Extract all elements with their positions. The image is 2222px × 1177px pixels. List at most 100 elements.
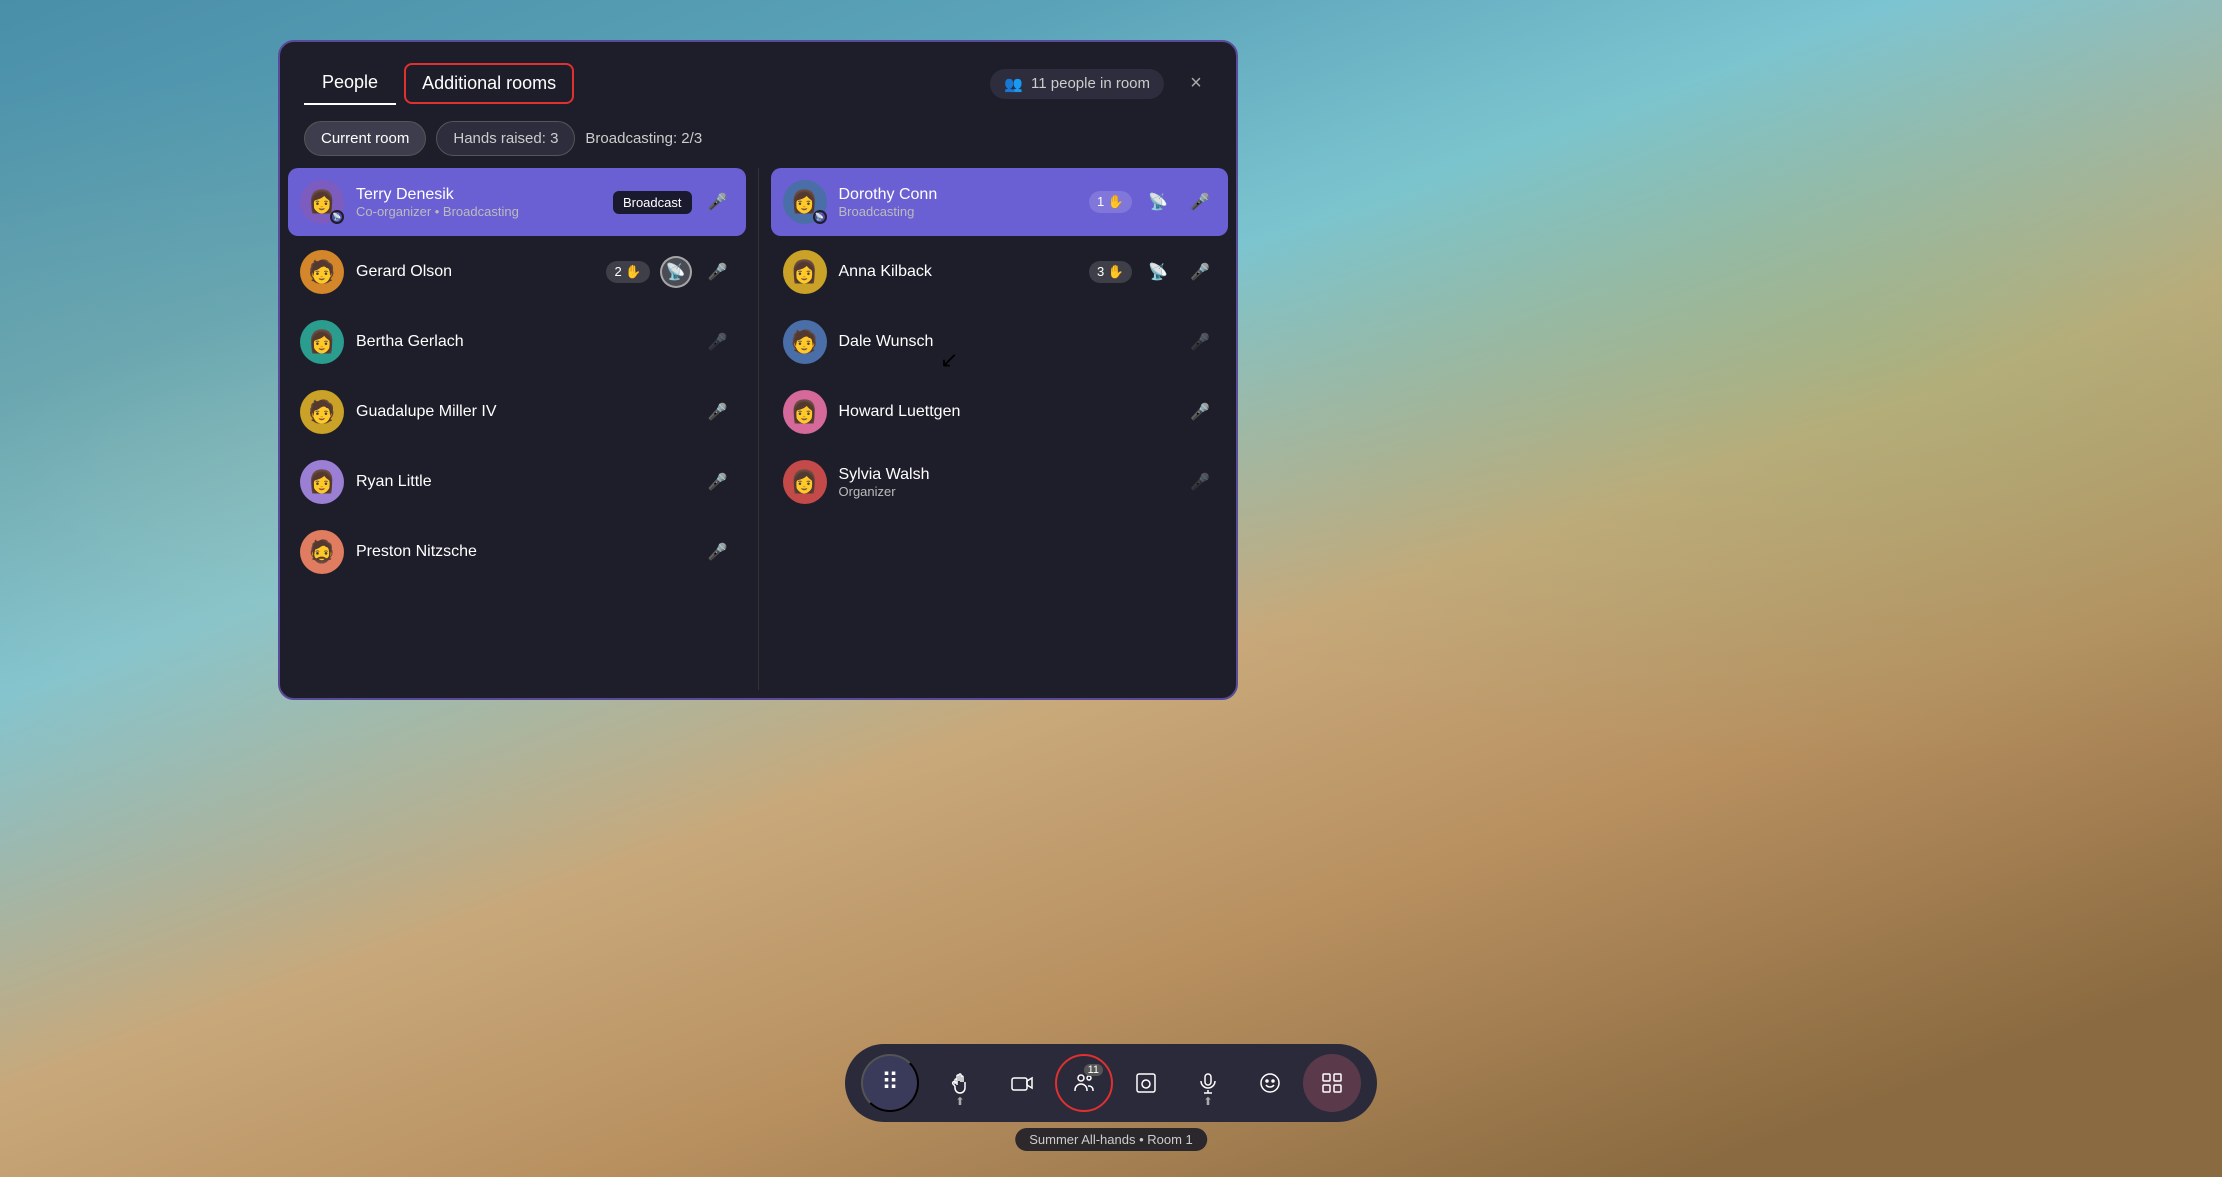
apps-button[interactable]: ⠿: [861, 1054, 919, 1112]
participant-name: Gerard Olson: [356, 263, 594, 281]
avatar-wrapper: 🧑: [783, 320, 827, 364]
avatar-bertha: 👩: [300, 320, 344, 364]
participant-ryan-little[interactable]: 👩 Ryan Little 🎤: [288, 448, 746, 516]
right-column: 👩 📡 Dorothy Conn Broadcasting 1 ✋ 📡 🎤: [771, 168, 1229, 690]
mic-toolbar-button[interactable]: ⬆: [1179, 1054, 1237, 1112]
avatar-dale: 🧑: [783, 320, 827, 364]
avatar-wrapper: 👩: [300, 320, 344, 364]
avatar-wrapper: 👩 📡: [300, 180, 344, 224]
participant-info: Preston Nitzsche: [356, 543, 690, 561]
participant-howard-luettgen[interactable]: 👩 Howard Luettgen 🎤: [771, 378, 1229, 446]
participant-name: Howard Luettgen: [839, 403, 1173, 421]
avatar-preston: 🧔: [300, 530, 344, 574]
participant-actions: 🎤: [702, 326, 734, 358]
broadcast-tag: Broadcast: [613, 191, 692, 214]
mic-button[interactable]: 🎤: [702, 466, 734, 498]
people-count-badge: 👥 11 people in room: [990, 69, 1164, 99]
emoji-button[interactable]: [1241, 1054, 1299, 1112]
left-column: 👩 📡 Terry Denesik Co-organizer • Broadca…: [288, 168, 746, 690]
mic-button[interactable]: 🎤: [702, 536, 734, 568]
participant-actions: 2 ✋ 📡 🎤: [606, 256, 733, 288]
mic-muted-button[interactable]: 🎤: [1184, 326, 1216, 358]
participant-info: Dorothy Conn Broadcasting: [839, 186, 1077, 219]
participant-actions: 🎤: [702, 536, 734, 568]
column-separator: [758, 168, 759, 690]
people-button[interactable]: 11: [1055, 1054, 1113, 1112]
participant-name: Dorothy Conn: [839, 186, 1077, 204]
participant-info: Gerard Olson: [356, 263, 594, 281]
broadcast-dot: 📡: [813, 210, 827, 224]
participant-sylvia-walsh[interactable]: 👩 Sylvia Walsh Organizer 🎤: [771, 448, 1229, 516]
header-right: 👥 11 people in room ×: [990, 68, 1212, 100]
participant-info: Ryan Little: [356, 473, 690, 491]
camera-button[interactable]: [993, 1054, 1051, 1112]
participant-name: Bertha Gerlach: [356, 333, 690, 351]
avatar-sylvia: 👩: [783, 460, 827, 504]
tab-people[interactable]: People: [304, 62, 396, 105]
tab-additional-rooms[interactable]: Additional rooms: [404, 63, 574, 104]
people-count-toolbar: 11: [1084, 1064, 1103, 1076]
hand-count: 3 ✋: [1089, 261, 1132, 283]
participant-actions: 🎤: [1184, 326, 1216, 358]
mic-button[interactable]: 🎤: [702, 396, 734, 428]
avatar-guadalupe: 🧑: [300, 390, 344, 434]
participant-info: Howard Luettgen: [839, 403, 1173, 421]
participant-name: Sylvia Walsh: [839, 466, 1173, 484]
mic-button[interactable]: 🎤: [702, 186, 734, 218]
participant-info: Terry Denesik Co-organizer • Broadcastin…: [356, 186, 601, 219]
participant-dorothy-conn[interactable]: 👩 📡 Dorothy Conn Broadcasting 1 ✋ 📡 🎤: [771, 168, 1229, 236]
filter-broadcasting-label: Broadcasting: 2/3: [585, 130, 702, 147]
main-panel: People Additional rooms 👥 11 people in r…: [278, 40, 1238, 700]
avatar-ryan: 👩: [300, 460, 344, 504]
broadcast-button[interactable]: 📡: [660, 256, 692, 288]
broadcast-icon-button[interactable]: 📡: [1142, 256, 1174, 288]
participant-name: Anna Kilback: [839, 263, 1077, 281]
participant-actions: Broadcast 🎤: [613, 186, 734, 218]
raise-hand-button[interactable]: ⬆: [931, 1054, 989, 1112]
participant-name: Terry Denesik: [356, 186, 601, 204]
more-options-button[interactable]: [1303, 1054, 1361, 1112]
participant-anna-kilback[interactable]: 👩 Anna Kilback 3 ✋ 📡 🎤: [771, 238, 1229, 306]
avatar-howard: 👩: [783, 390, 827, 434]
people-icon: 👥: [1004, 75, 1023, 93]
participant-gerard-olson[interactable]: 🧑 Gerard Olson 2 ✋ 📡 🎤: [288, 238, 746, 306]
participant-terry-denesik[interactable]: 👩 📡 Terry Denesik Co-organizer • Broadca…: [288, 168, 746, 236]
avatar-anna: 👩: [783, 250, 827, 294]
filter-hands-raised[interactable]: Hands raised: 3: [436, 121, 575, 156]
participant-name: Dale Wunsch: [839, 333, 1173, 351]
participant-name: Preston Nitzsche: [356, 543, 690, 561]
participant-dale-wunsch[interactable]: 🧑 Dale Wunsch 🎤: [771, 308, 1229, 376]
participant-info: Sylvia Walsh Organizer: [839, 466, 1173, 499]
participant-name: Guadalupe Miller IV: [356, 403, 690, 421]
broadcast-icon-button[interactable]: 📡: [1142, 186, 1174, 218]
room-label: Summer All-hands • Room 1: [1015, 1128, 1207, 1151]
people-count-label: 11 people in room: [1031, 75, 1150, 92]
hand-count: 1 ✋: [1089, 191, 1132, 213]
participant-info: Bertha Gerlach: [356, 333, 690, 351]
participant-bertha-gerlach[interactable]: 👩 Bertha Gerlach 🎤: [288, 308, 746, 376]
participant-role: Broadcasting: [839, 204, 1077, 219]
participant-guadalupe-miller[interactable]: 🧑 Guadalupe Miller IV 🎤: [288, 378, 746, 446]
filter-current-room[interactable]: Current room: [304, 121, 426, 156]
participant-actions: 1 ✋ 📡 🎤: [1089, 186, 1216, 218]
screenshot-button[interactable]: [1117, 1054, 1175, 1112]
mic-button[interactable]: 🎤: [1184, 186, 1216, 218]
participant-actions: 3 ✋ 📡 🎤: [1089, 256, 1216, 288]
participant-info: Guadalupe Miller IV: [356, 403, 690, 421]
participant-preston-nitzsche[interactable]: 🧔 Preston Nitzsche 🎤: [288, 518, 746, 586]
avatar-wrapper: 👩: [300, 460, 344, 504]
avatar-gerard: 🧑: [300, 250, 344, 294]
avatar-wrapper: 👩: [783, 250, 827, 294]
participant-actions: 🎤: [1184, 466, 1216, 498]
avatar-wrapper: 🧑: [300, 390, 344, 434]
bottom-toolbar: ⠿ ⬆ 11: [845, 1044, 1377, 1122]
participant-info: Anna Kilback: [839, 263, 1077, 281]
close-button[interactable]: ×: [1180, 68, 1212, 100]
panel-header: People Additional rooms 👥 11 people in r…: [280, 42, 1236, 105]
participant-role: Organizer: [839, 484, 1173, 499]
mic-button[interactable]: 🎤: [1184, 256, 1216, 288]
mic-button[interactable]: 🎤: [702, 256, 734, 288]
mic-button[interactable]: 🎤: [1184, 396, 1216, 428]
mic-muted-button[interactable]: 🎤: [1184, 466, 1216, 498]
mic-muted-button[interactable]: 🎤: [702, 326, 734, 358]
